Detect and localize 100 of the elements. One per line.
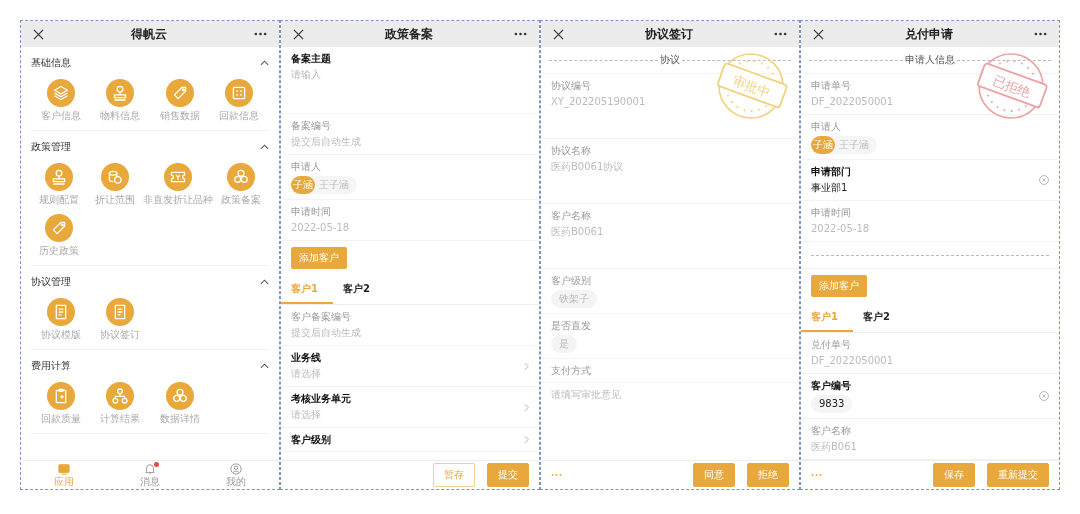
user-avatar: 子涵 bbox=[811, 136, 835, 154]
field-label: 协议名称 bbox=[551, 144, 591, 157]
more-icon[interactable] bbox=[1034, 32, 1047, 36]
user-icon bbox=[230, 463, 242, 475]
tab-bar-item[interactable]: 应用 bbox=[21, 461, 107, 489]
clipboard-icon bbox=[46, 382, 75, 410]
field-label: 客户备案编号 bbox=[291, 310, 351, 323]
tab[interactable]: 客户1 bbox=[281, 275, 333, 304]
field-value: 医药B0061协议 bbox=[551, 160, 624, 174]
field-value: 2022-05-18 bbox=[811, 222, 870, 236]
app-button[interactable]: 规则配置 bbox=[31, 163, 87, 206]
field-label: 申请人 bbox=[291, 160, 321, 173]
app-button[interactable]: 数据详情 bbox=[150, 382, 210, 425]
field-label: 客户级别 bbox=[551, 274, 591, 287]
app-button[interactable]: 计算结果 bbox=[90, 382, 150, 425]
close-icon[interactable] bbox=[813, 28, 824, 40]
bell-icon bbox=[144, 463, 156, 475]
text-area[interactable]: 请输入 bbox=[291, 68, 511, 108]
app-screen-icon bbox=[58, 463, 70, 475]
field-label: 申请时间 bbox=[291, 205, 331, 218]
caret-icon[interactable] bbox=[260, 144, 269, 150]
action-button[interactable]: 保存 bbox=[933, 463, 975, 487]
field-label: 考核业务单元 bbox=[291, 392, 351, 405]
field-value: 提交后自动生成 bbox=[291, 326, 361, 340]
field-value: 2022-05-18 bbox=[291, 221, 350, 235]
close-icon[interactable] bbox=[293, 28, 304, 40]
user-avatar: 子涵 bbox=[291, 176, 315, 194]
app-button[interactable]: 协议模版 bbox=[31, 298, 91, 341]
field-label: 申请部门 bbox=[811, 165, 851, 178]
more-icon[interactable] bbox=[254, 32, 267, 36]
circles-icon bbox=[165, 382, 194, 410]
circles-icon bbox=[227, 163, 255, 191]
screen-title: 得帆云 bbox=[130, 25, 168, 43]
section-title: 政策管理 bbox=[31, 140, 71, 154]
tab[interactable]: 客户1 bbox=[801, 303, 853, 332]
coins-icon bbox=[101, 163, 129, 191]
app-button[interactable]: 物料信息 bbox=[90, 79, 150, 122]
app-button[interactable]: 政策备案 bbox=[213, 163, 269, 206]
field-label: 申请人 bbox=[811, 120, 841, 133]
layers-icon bbox=[46, 79, 75, 107]
select-field[interactable]: 请选择 bbox=[291, 408, 471, 422]
app-button[interactable]: 回款信息 bbox=[209, 79, 269, 122]
field-value: 医药B061 bbox=[811, 440, 857, 454]
grid-icon bbox=[225, 79, 254, 107]
field-label: 客户名称 bbox=[811, 424, 851, 437]
action-button[interactable]: 提交 bbox=[487, 463, 529, 487]
screen-title: 政策备案 bbox=[384, 25, 434, 43]
field-label: 协议编号 bbox=[551, 79, 591, 92]
field-label: 支付方式 bbox=[551, 364, 591, 377]
tag-icon bbox=[165, 79, 194, 107]
field-label: 客户编号 bbox=[811, 379, 851, 392]
caret-icon[interactable] bbox=[260, 60, 269, 66]
document-icon bbox=[46, 298, 75, 326]
action-button[interactable]: 重新提交 bbox=[987, 463, 1049, 487]
action-button[interactable]: 拒绝 bbox=[747, 463, 789, 487]
action-button[interactable]: 同意 bbox=[693, 463, 735, 487]
field-label: 备案编号 bbox=[291, 119, 331, 132]
tab[interactable]: 客户2 bbox=[333, 275, 385, 304]
ticket-icon bbox=[164, 163, 192, 191]
stamp-icon bbox=[106, 79, 135, 107]
tag-icon bbox=[45, 214, 73, 242]
app-button[interactable]: 销售数据 bbox=[150, 79, 210, 122]
field-value: 医药B0061 bbox=[551, 225, 604, 239]
more-icon[interactable] bbox=[774, 32, 787, 36]
screen-title: 协议签订 bbox=[644, 25, 694, 43]
app-button[interactable]: 历史政策 bbox=[31, 214, 87, 257]
field-label: 业务线 bbox=[291, 351, 321, 364]
select-field[interactable]: 请选择 bbox=[291, 367, 471, 381]
field-label: 客户名称 bbox=[551, 209, 591, 222]
screen-title: 兑付申请 bbox=[904, 25, 954, 43]
document-icon bbox=[106, 298, 135, 326]
divider-label: 申请人信息 bbox=[904, 53, 956, 67]
app-button[interactable]: 协议签订 bbox=[90, 298, 150, 341]
tab-bar-item[interactable]: 消息 bbox=[107, 461, 193, 489]
app-button[interactable]: 折让范围 bbox=[87, 163, 143, 206]
caret-icon[interactable] bbox=[260, 279, 269, 285]
field-label: 是否直发 bbox=[551, 319, 591, 332]
app-button[interactable]: 回款质量 bbox=[31, 382, 91, 425]
field-value: 事业部1 bbox=[811, 181, 848, 195]
field-label: 申请时间 bbox=[811, 206, 851, 219]
field-label: 兑付单号 bbox=[811, 338, 851, 351]
field-label: 备案主题 bbox=[291, 52, 331, 65]
action-button[interactable]: 暂存 bbox=[433, 463, 475, 487]
tab[interactable]: 客户2 bbox=[853, 303, 905, 332]
section-title: 协议管理 bbox=[31, 275, 71, 289]
network-icon bbox=[106, 382, 135, 410]
divider-label: 协议 bbox=[659, 53, 681, 67]
add-button[interactable]: 添加客户 bbox=[291, 247, 347, 269]
section-title: 费用计算 bbox=[31, 359, 71, 373]
section-title: 基础信息 bbox=[31, 56, 71, 70]
caret-icon[interactable] bbox=[260, 363, 269, 369]
more-icon[interactable] bbox=[514, 32, 527, 36]
add-button[interactable]: 添加客户 bbox=[811, 275, 867, 297]
app-button[interactable]: 非直发折让品种 bbox=[143, 163, 213, 206]
close-icon[interactable] bbox=[553, 28, 564, 40]
close-icon[interactable] bbox=[33, 28, 44, 40]
tab-bar-item[interactable]: 我的 bbox=[193, 461, 279, 489]
app-button[interactable]: 客户信息 bbox=[31, 79, 91, 122]
value-chip: 9833 bbox=[811, 395, 853, 413]
field-label: 客户级别 bbox=[291, 433, 331, 446]
